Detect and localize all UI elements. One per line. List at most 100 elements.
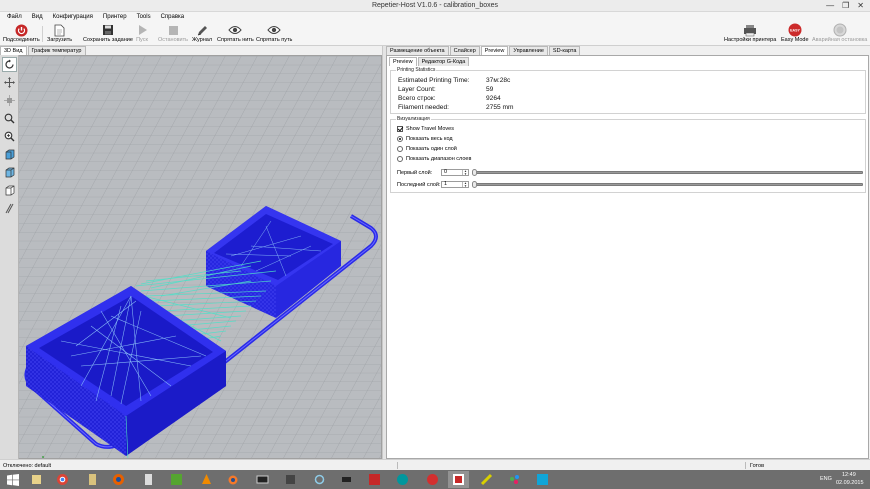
stat-label: Filament needed: — [398, 104, 449, 111]
parallel-projection-icon[interactable] — [2, 201, 17, 216]
checkbox-checked[interactable] — [397, 126, 403, 132]
menu-view[interactable]: Вид — [32, 14, 43, 20]
slider-thumb[interactable] — [472, 169, 477, 176]
taskbar-app-icon[interactable] — [504, 471, 525, 488]
tab-temperature-graph[interactable]: График температур — [27, 46, 86, 55]
close-button[interactable]: ✕ — [857, 1, 864, 10]
show-all-radio[interactable]: Показать весь код — [397, 136, 453, 142]
show-travel-checkbox[interactable]: Show Travel Moves — [397, 126, 454, 132]
emergency-stop-icon — [833, 23, 847, 37]
clock-time[interactable]: 12:49 — [842, 472, 856, 478]
subtab-gcode-editor[interactable]: Редактор G-Кода — [417, 57, 470, 66]
taskbar-app-icon[interactable] — [280, 471, 301, 488]
printing-statistics-group: Printing Statistics Estimated Printing T… — [390, 67, 866, 114]
last-layer-spinner[interactable]: 1 ▲ ▼ — [441, 181, 469, 188]
firefox-icon[interactable] — [108, 471, 129, 488]
taskbar-app-icon[interactable] — [336, 471, 357, 488]
taskbar-app-icon[interactable] — [422, 471, 443, 488]
slider-thumb[interactable] — [472, 181, 477, 188]
menu-config[interactable]: Конфигурация — [53, 14, 93, 20]
radio-unselected[interactable] — [397, 146, 403, 152]
repetier-host-icon[interactable] — [448, 471, 469, 488]
status-separator — [745, 462, 746, 469]
status-bar: Отключено: default Готов — [0, 459, 870, 470]
preview-subtabs: Preview Редактор G-Кода — [389, 57, 470, 66]
tab-slicer[interactable]: Слайсер — [449, 46, 480, 55]
stat-value: 37м:28с — [486, 77, 511, 84]
taskbar-app-icon[interactable] — [476, 471, 497, 488]
first-layer-slider[interactable] — [475, 171, 863, 174]
first-layer-label: Первый слой: — [397, 170, 433, 176]
printer-settings-button[interactable]: Настройки принтера — [724, 23, 776, 43]
taskbar-app-icon[interactable] — [364, 471, 385, 488]
menu-tools[interactable]: Tools — [137, 14, 151, 20]
tab-preview[interactable]: Preview — [480, 46, 509, 55]
save-icon — [101, 23, 115, 37]
stop-icon — [166, 23, 180, 37]
hide-path-button[interactable]: Спрятать путь — [256, 23, 292, 43]
utorrent-icon[interactable] — [166, 471, 187, 488]
stat-label: Layer Count: — [398, 86, 436, 93]
side-view-icon[interactable] — [2, 165, 17, 180]
view-tool-column — [0, 55, 19, 459]
language-indicator[interactable]: ENG — [820, 476, 832, 482]
menu-printer[interactable]: Принтер — [103, 14, 127, 20]
move-object-icon[interactable] — [2, 93, 17, 108]
taskbar-app-icon[interactable] — [26, 471, 47, 488]
taskbar-app-icon[interactable] — [309, 471, 330, 488]
blender-icon[interactable] — [222, 471, 243, 488]
radio-unselected[interactable] — [397, 156, 403, 162]
taskbar-app-icon[interactable] — [82, 471, 103, 488]
show-one-layer-radio[interactable]: Показать один слой — [397, 146, 457, 152]
move-view-icon[interactable] — [2, 75, 17, 90]
start-button-icon[interactable] — [2, 471, 23, 488]
subtab-preview[interactable]: Preview — [389, 57, 417, 66]
toolbar: Подсоединить Загрузить Сохранить задание… — [0, 22, 870, 46]
arduino-icon[interactable] — [392, 471, 413, 488]
spinner-arrows-icon[interactable]: ▲ ▼ — [462, 170, 468, 175]
chrome-icon[interactable] — [52, 471, 73, 488]
left-tab-strip: 3D Вид График температур — [0, 46, 385, 55]
spinner-arrows-icon[interactable]: ▲ ▼ — [462, 182, 468, 187]
minimize-button[interactable]: — — [826, 1, 834, 10]
emergency-stop-button[interactable]: Аварийная остановка — [812, 23, 867, 43]
menu-help[interactable]: Справка — [161, 14, 185, 20]
load-button[interactable]: Загрузить — [47, 23, 72, 43]
tab-sd-card[interactable]: SD-карта — [548, 46, 581, 55]
run-button[interactable]: Пуск — [135, 23, 149, 43]
taskbar-app-icon[interactable] — [252, 471, 273, 488]
rotate-view-icon[interactable] — [2, 57, 17, 72]
last-layer-slider[interactable] — [475, 183, 863, 186]
hide-filament-button[interactable]: Спрятать нить — [217, 23, 254, 43]
stat-value: 9264 — [486, 95, 501, 102]
svg-text:EASY: EASY — [790, 29, 800, 33]
right-tab-strip: Размещение объекта Слайсер Preview Управ… — [386, 46, 870, 55]
maximize-button[interactable]: ❐ — [842, 1, 849, 10]
zoom-icon[interactable] — [2, 111, 17, 126]
log-button[interactable]: Журнал — [192, 23, 212, 43]
tab-3d-view[interactable]: 3D Вид — [0, 46, 27, 55]
connect-button[interactable]: Подсоединить — [3, 23, 40, 43]
taskbar-app-icon[interactable] — [138, 471, 159, 488]
show-range-radio[interactable]: Показать диапазон слоев — [397, 156, 471, 162]
3d-viewport[interactable] — [0, 55, 382, 459]
taskbar-app-icon[interactable] — [532, 471, 553, 488]
vlc-icon[interactable] — [196, 471, 217, 488]
eye-icon — [228, 23, 243, 37]
toolbar-separator — [42, 26, 43, 42]
tab-object-placement[interactable]: Размещение объекта — [386, 46, 449, 55]
save-job-button[interactable]: Сохранить задание — [83, 23, 133, 43]
document-icon — [53, 23, 67, 37]
tab-control[interactable]: Управление — [509, 46, 548, 55]
3d-scene[interactable] — [1, 56, 382, 459]
zoom-fit-icon[interactable] — [2, 129, 17, 144]
stop-button[interactable]: Остановить — [158, 23, 188, 43]
printer-state: Готов — [750, 463, 764, 469]
radio-selected[interactable] — [397, 136, 403, 142]
first-layer-spinner[interactable]: 0 ▲ ▼ — [441, 169, 469, 176]
menu-file[interactable]: Файл — [7, 14, 22, 20]
clock-date[interactable]: 02.09.2015 — [836, 480, 864, 486]
easy-mode-button[interactable]: EASY Easy Mode — [781, 23, 809, 43]
front-view-icon[interactable] — [2, 147, 17, 162]
top-view-icon[interactable] — [2, 183, 17, 198]
